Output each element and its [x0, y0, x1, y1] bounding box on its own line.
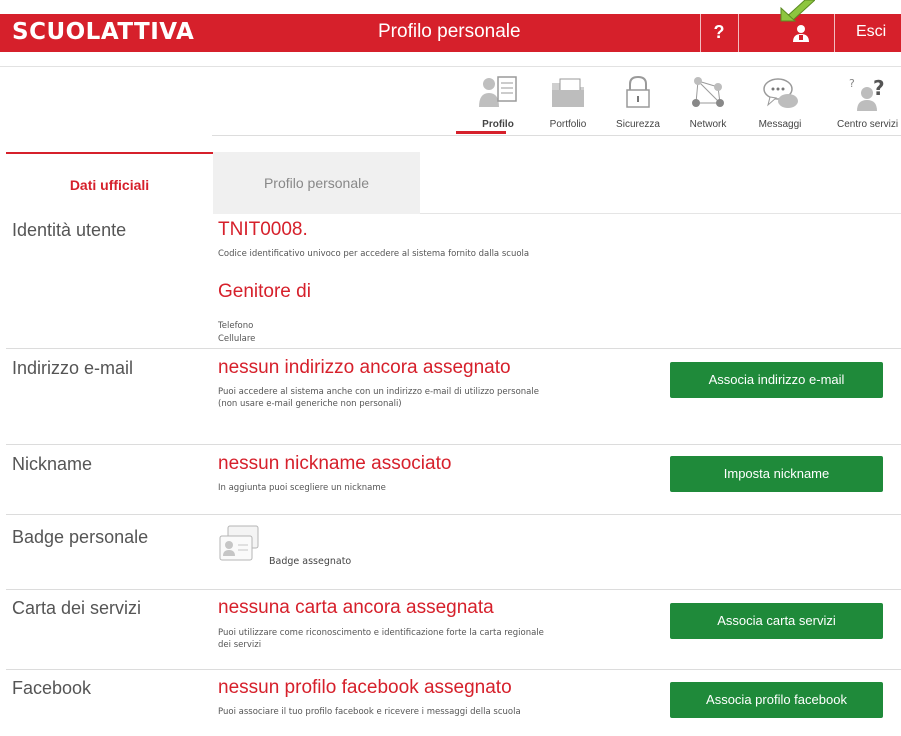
- divider: [6, 589, 901, 590]
- card-value: nessuna carta ancora assegnata: [218, 597, 494, 618]
- profile-icon: [479, 76, 517, 107]
- set-nickname-button[interactable]: Imposta nickname: [670, 456, 883, 492]
- card-description-line2: dei servizi: [218, 640, 262, 650]
- svg-text:?: ?: [849, 77, 855, 90]
- divider: [6, 444, 901, 445]
- folder-icon: [552, 78, 584, 107]
- user-icon[interactable]: [790, 23, 812, 43]
- nickname-label: Nickname: [12, 454, 93, 474]
- nav-item-label: Portfolio: [549, 119, 587, 130]
- divider: [6, 348, 901, 349]
- badge-icon: [218, 524, 262, 564]
- help-button[interactable]: ?: [700, 14, 738, 52]
- divider: [6, 514, 901, 515]
- app-logo: SCUOLATTIVA: [12, 19, 195, 45]
- active-nav-indicator: [456, 131, 506, 134]
- nickname-description: In aggiunta puoi scegliere un nickname: [218, 483, 386, 493]
- icon-navigation: Profilo Portfolio Sicurezza Network Mess…: [0, 66, 901, 136]
- divider: [212, 135, 901, 136]
- badge-label: Badge personale: [12, 527, 149, 547]
- chat-icon: [763, 78, 798, 108]
- svg-text:?: ?: [873, 76, 885, 100]
- nav-item-portfolio[interactable]: Portfolio: [533, 73, 603, 130]
- divider: [6, 669, 901, 670]
- identity-label: Identità utente: [12, 220, 127, 240]
- divider: [738, 14, 739, 52]
- nav-item-sicurezza[interactable]: Sicurezza: [603, 73, 673, 130]
- card-description-line1: Puoi utilizzare come riconoscimento e id…: [218, 628, 544, 638]
- page-title: Profilo personale: [378, 21, 521, 42]
- associate-card-button[interactable]: Associa carta servizi: [670, 603, 883, 639]
- nav-item-label: Profilo: [482, 119, 514, 130]
- nav-item-centro-servizi[interactable]: ? ? Centro servizi: [829, 73, 901, 130]
- associate-email-button[interactable]: Associa indirizzo e-mail: [670, 362, 883, 398]
- nav-item-label: Messaggi: [758, 119, 802, 130]
- email-value: nessun indirizzo ancora assegnato: [218, 357, 511, 378]
- card-label: Carta dei servizi: [12, 598, 142, 618]
- nav-item-label: Centro servizi: [837, 119, 899, 130]
- help-center-icon: ? ?: [849, 76, 885, 111]
- nav-item-messaggi[interactable]: Messaggi: [745, 73, 815, 130]
- badge-status: Badge assegnato: [269, 556, 352, 567]
- tab-profilo-personale[interactable]: Profilo personale: [213, 152, 420, 214]
- nav-item-profilo[interactable]: Profilo: [463, 73, 533, 130]
- exit-button[interactable]: Esci: [856, 23, 886, 41]
- parent-of-title: Genitore di: [218, 281, 311, 302]
- nav-item-label: Network: [689, 119, 727, 130]
- arrow-pointer-icon: [775, 0, 816, 22]
- email-description-line2: (non usare e-mail generiche non personal…: [218, 399, 402, 409]
- divider: [420, 213, 901, 214]
- identity-value: TNIT0008.: [218, 219, 308, 240]
- email-label: Indirizzo e-mail: [12, 358, 134, 378]
- phone-label: Telefono: [218, 321, 254, 331]
- mobile-label: Cellulare: [218, 334, 256, 344]
- tab-dati-ufficiali[interactable]: Dati ufficiali: [6, 152, 213, 214]
- associate-facebook-button[interactable]: Associa profilo facebook: [670, 682, 883, 718]
- top-bar: SCUOLATTIVA Profilo personale ? Esci: [0, 14, 901, 52]
- identity-description: Codice identificativo univoco per accede…: [218, 249, 530, 259]
- facebook-value: nessun profilo facebook assegnato: [218, 677, 512, 698]
- facebook-description: Puoi associare il tuo profilo facebook e…: [218, 707, 521, 717]
- divider: [834, 14, 835, 52]
- email-description-line1: Puoi accedere al sistema anche con un in…: [218, 387, 539, 397]
- nav-item-network[interactable]: Network: [673, 73, 743, 130]
- facebook-label: Facebook: [12, 678, 92, 698]
- network-icon: [692, 77, 724, 107]
- nickname-value: nessun nickname associato: [218, 453, 452, 474]
- lock-icon: [626, 75, 650, 108]
- nav-item-label: Sicurezza: [616, 119, 660, 130]
